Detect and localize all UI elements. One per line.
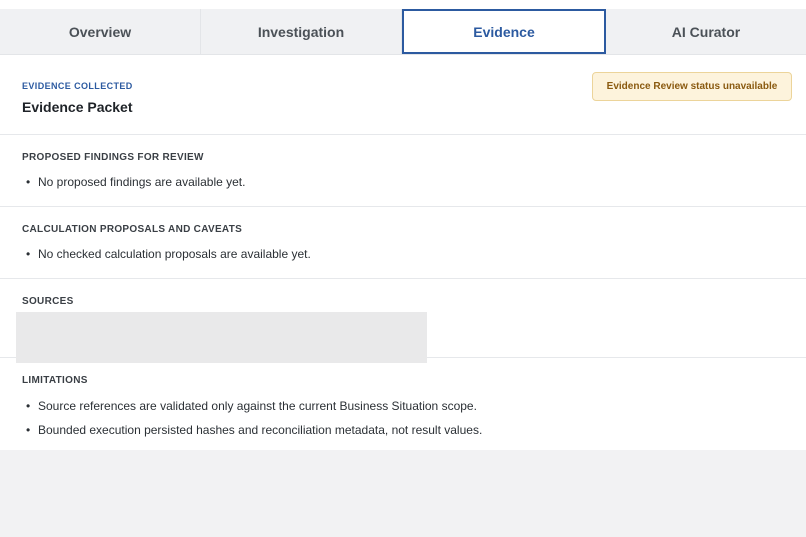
findings-heading: PROPOSED FINDINGS FOR REVIEW [22,152,204,163]
sources-heading: SOURCES [22,296,74,307]
status-badge: Evidence Review status unavailable [592,72,792,101]
tab-bar: Overview Investigation Evidence AI Curat… [0,9,806,55]
sources-section: SOURCES [0,279,806,363]
limitations-item: Bounded execution persisted hashes and r… [26,423,482,437]
tab-investigation[interactable]: Investigation [201,9,402,54]
limitations-heading: LIMITATIONS [22,375,88,386]
tab-ai-curator[interactable]: AI Curator [606,9,806,54]
calculations-item: No checked calculation proposals are ava… [26,247,311,261]
limitations-section: LIMITATIONS Source references are valida… [0,358,806,450]
section-eyebrow: EVIDENCE COLLECTED [22,81,133,91]
evidence-header: EVIDENCE COLLECTED Evidence Packet Evide… [0,55,806,135]
limitations-item: Source references are validated only aga… [26,399,477,413]
calculations-section: CALCULATION PROPOSALS AND CAVEATS No che… [0,207,806,279]
evidence-panel: Overview Investigation Evidence AI Curat… [0,0,806,450]
sources-placeholder [16,312,427,363]
calculations-heading: CALCULATION PROPOSALS AND CAVEATS [22,224,243,235]
page-title: Evidence Packet [22,99,133,115]
scroll-fade [0,438,806,450]
tab-overview[interactable]: Overview [0,9,201,54]
findings-section: PROPOSED FINDINGS FOR REVIEW No proposed… [0,135,806,207]
tab-evidence[interactable]: Evidence [402,9,606,54]
findings-item: No proposed findings are available yet. [26,175,245,189]
